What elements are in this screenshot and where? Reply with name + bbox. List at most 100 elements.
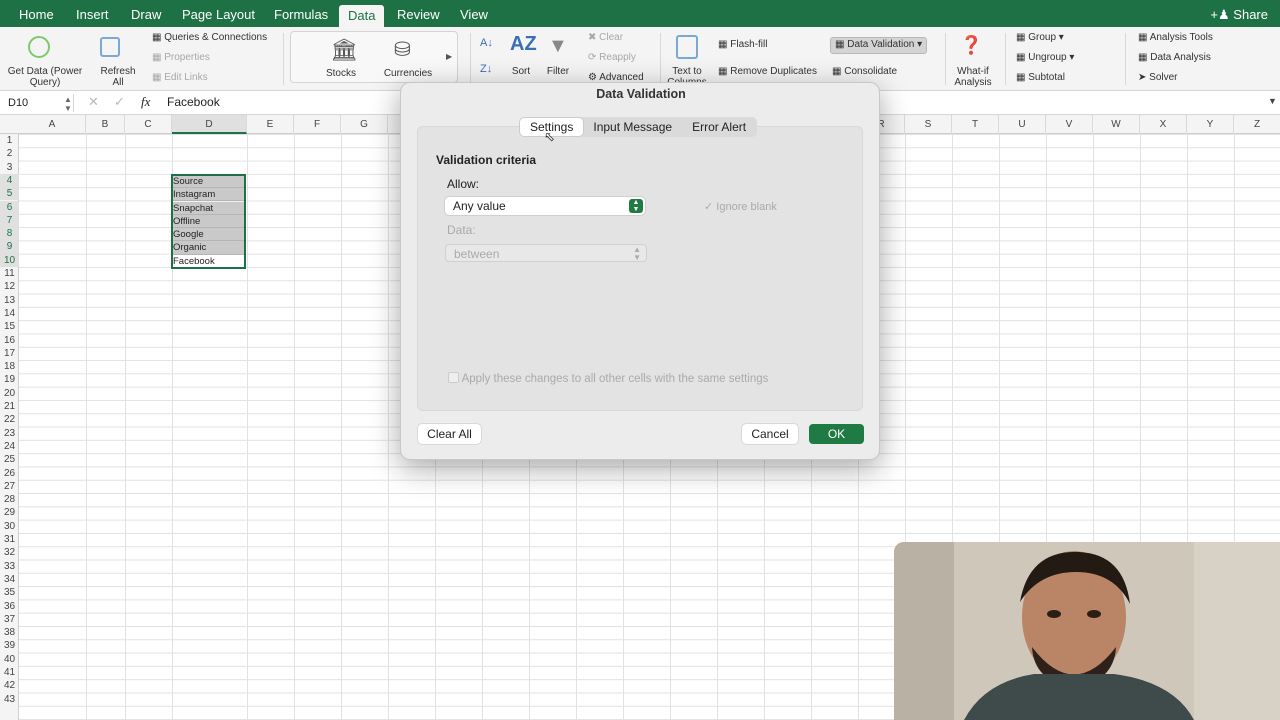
column-header-a[interactable]: A [19,115,86,134]
name-box-stepper-icon[interactable]: ▲ ▼ [64,95,72,113]
row-header-23[interactable]: 23 [0,427,19,440]
row-header-29[interactable]: 29 [0,506,19,519]
sort-za-icon[interactable]: Z↓ [480,63,492,75]
row-header-42[interactable]: 42 [0,679,19,692]
tab-error-alert[interactable]: Error Alert [682,118,756,136]
row-header-38[interactable]: 38 [0,626,19,639]
row-header-4[interactable]: 4 [0,173,19,188]
cell-d9[interactable]: Organic [171,241,246,255]
row-header-17[interactable]: 17 [0,347,19,360]
what-if-analysis-button[interactable]: What-if Analysis [950,66,996,88]
clear-button[interactable]: ✖ Clear [588,32,623,43]
row-header-18[interactable]: 18 [0,360,19,373]
enter-icon[interactable]: ✓ [114,94,125,110]
tab-input-message[interactable]: Input Message [583,118,682,136]
data-analysis-button[interactable]: ▦ Data Analysis [1138,52,1211,63]
column-header-e[interactable]: E [247,115,294,134]
row-header-32[interactable]: 32 [0,546,19,559]
group-button[interactable]: ▦ Group ▾ [1016,32,1064,43]
formula-input[interactable]: Facebook [167,95,220,109]
data-select[interactable]: between ▲ ▼ [445,244,647,262]
expand-formula-icon[interactable]: ▼ [1268,96,1277,106]
row-header-8[interactable]: 8 [0,227,19,241]
row-header-34[interactable]: 34 [0,573,19,586]
tab-home[interactable]: Home [10,0,63,27]
column-header-g[interactable]: G [341,115,388,134]
column-header-b[interactable]: B [86,115,125,134]
cell-d5[interactable]: Instagram [171,188,246,202]
row-header-19[interactable]: 19 [0,373,19,386]
row-header-33[interactable]: 33 [0,560,19,573]
column-header-y[interactable]: Y [1187,115,1234,134]
row-header-36[interactable]: 36 [0,600,19,613]
queries-connections-button[interactable]: ▦ Queries & Connections [152,32,267,43]
cancel-icon[interactable]: ✕ [88,94,99,110]
function-icon[interactable]: fx [141,94,150,110]
row-header-35[interactable]: 35 [0,586,19,599]
row-header-28[interactable]: 28 [0,493,19,506]
clear-all-button[interactable]: Clear All [418,424,481,444]
row-header-9[interactable]: 9 [0,240,19,254]
column-header-d[interactable]: D [172,115,247,134]
properties-button[interactable]: ▦ Properties [152,52,210,63]
sort-button[interactable]: Sort [505,66,537,77]
tab-data[interactable]: Data [339,5,385,27]
column-header-w[interactable]: W [1093,115,1140,134]
row-header-10[interactable]: 10 [0,253,19,267]
row-header-20[interactable]: 20 [0,387,19,400]
analysis-tools-button[interactable]: ▦ Analysis Tools [1138,32,1213,43]
column-header-f[interactable]: F [294,115,341,134]
row-header-24[interactable]: 24 [0,440,19,453]
row-header-2[interactable]: 2 [0,147,19,160]
ok-button[interactable]: OK [809,424,864,444]
consolidate-button[interactable]: ▦ Consolidate [832,66,897,77]
tab-draw[interactable]: Draw [122,0,170,27]
filter-button[interactable]: Filter [540,66,576,77]
get-data-button[interactable]: Get Data (Power Query) [4,66,86,88]
row-header-26[interactable]: 26 [0,467,19,480]
row-header-15[interactable]: 15 [0,320,19,333]
row-header-5[interactable]: 5 [0,187,19,201]
sort-az-icon[interactable]: A↓ [480,37,493,49]
tab-insert[interactable]: Insert [67,0,118,27]
column-header-s[interactable]: S [905,115,952,134]
edit-links-button[interactable]: ▦ Edit Links [152,72,208,83]
cell-d10[interactable]: Facebook [171,254,246,268]
column-header-x[interactable]: X [1140,115,1187,134]
cell-d7[interactable]: Offline Campaign [171,214,246,240]
row-header-40[interactable]: 40 [0,653,19,666]
row-header-6[interactable]: 6 [0,200,19,214]
column-header-u[interactable]: U [999,115,1046,134]
row-header-7[interactable]: 7 [0,213,19,228]
flash-fill-button[interactable]: ▦ Flash-fill [718,39,767,50]
currencies-button[interactable]: Currencies [380,68,436,79]
share-button[interactable]: +♟ Share [1210,7,1268,23]
refresh-all-button[interactable]: Refresh All [96,66,140,88]
remove-duplicates-button[interactable]: ▦ Remove Duplicates [718,66,817,77]
row-header-25[interactable]: 25 [0,453,19,466]
row-header-30[interactable]: 30 [0,520,19,533]
allow-select[interactable]: Any value ▲ ▼ [445,197,645,215]
column-header-z[interactable]: Z [1234,115,1280,134]
stocks-button[interactable]: Stocks [318,68,364,79]
tab-review[interactable]: Review [388,0,449,27]
row-header-31[interactable]: 31 [0,533,19,546]
tab-formulas[interactable]: Formulas [265,0,337,27]
cell-d4[interactable]: Source [171,174,246,189]
gallery-arrow-icon[interactable]: ▶ [446,52,452,61]
row-header-13[interactable]: 13 [0,294,19,307]
apply-all-checkbox[interactable]: Apply these changes to all other cells w… [448,372,768,385]
row-header-22[interactable]: 22 [0,413,19,426]
column-header-c[interactable]: C [125,115,172,134]
solver-button[interactable]: ➤ Solver [1138,72,1178,83]
tab-page-layout[interactable]: Page Layout [173,0,264,27]
cancel-button[interactable]: Cancel [742,424,798,444]
row-header-21[interactable]: 21 [0,400,19,413]
column-header-v[interactable]: V [1046,115,1093,134]
data-validation-button[interactable]: ▦ Data Validation ▾ [830,37,928,54]
cell-d6[interactable]: Snapchat [171,201,246,215]
row-header-11[interactable]: 11 [0,267,19,280]
ungroup-button[interactable]: ▦ Ungroup ▾ [1016,52,1074,63]
row-header-41[interactable]: 41 [0,666,19,679]
ignore-blank-checkbox[interactable]: ✓ Ignore blank [704,200,777,213]
